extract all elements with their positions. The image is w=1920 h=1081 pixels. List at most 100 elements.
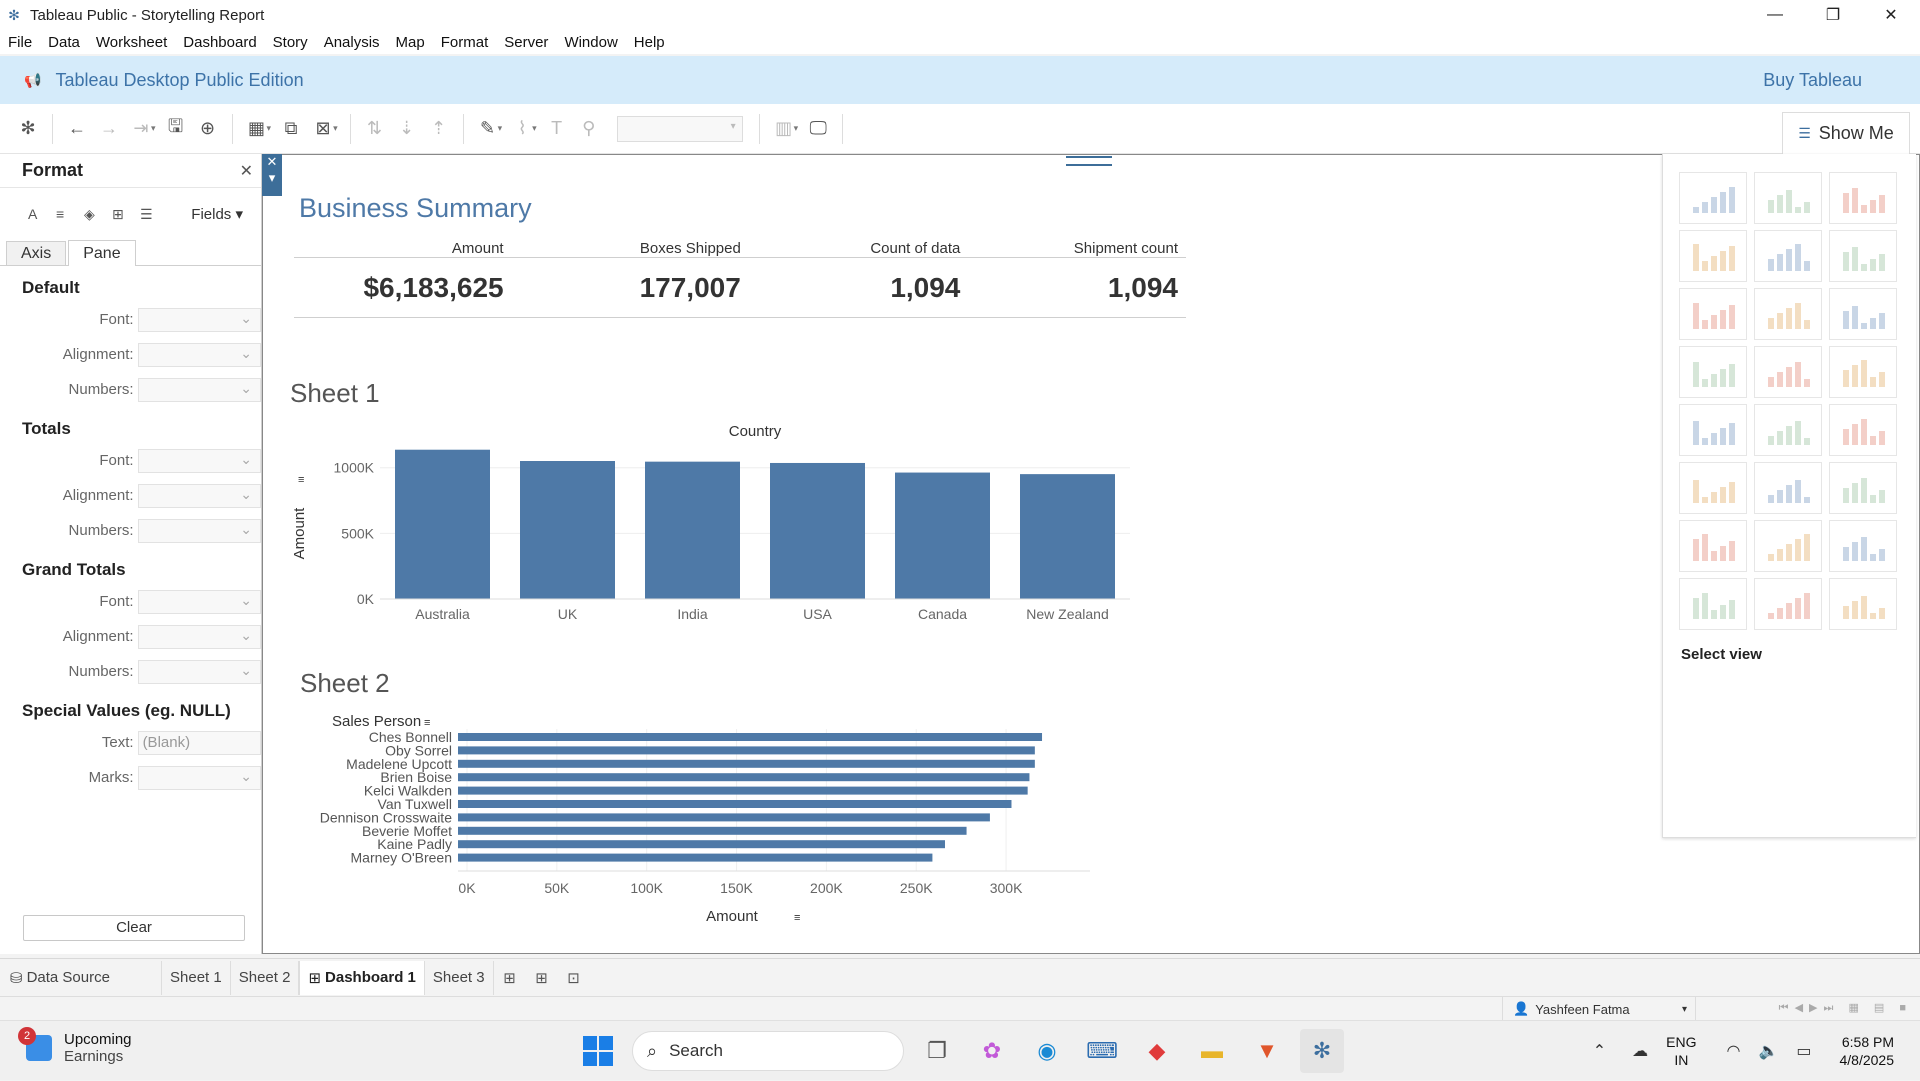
numbers-dropdown[interactable] <box>137 518 261 543</box>
file-explorer-icon[interactable]: ▬ <box>1190 1029 1234 1073</box>
font-dropdown[interactable] <box>137 448 261 473</box>
volume-icon[interactable]: 🔈 <box>1758 1041 1778 1061</box>
alignment-icon[interactable]: ≡ <box>56 206 84 222</box>
show-me-text-table-icon[interactable] <box>1679 172 1747 224</box>
buy-tableau-link[interactable]: Buy Tableau <box>1763 70 1862 91</box>
clock[interactable]: 6:58 PM 4/8/2025 <box>1840 1033 1895 1069</box>
alignment-dropdown[interactable] <box>137 483 261 508</box>
new-worksheet-icon[interactable]: ⊞ <box>494 969 526 987</box>
chevron-down-icon[interactable]: ▾ <box>532 123 537 134</box>
brave-icon[interactable]: ▼ <box>1245 1029 1289 1073</box>
text-label-icon[interactable]: T <box>541 113 573 145</box>
tableau-logo-icon[interactable]: ✻ <box>12 113 44 145</box>
menu-worksheet[interactable]: Worksheet <box>88 34 175 51</box>
chevron-down-icon[interactable]: ▾ <box>333 123 338 134</box>
kpi-value-count[interactable]: 1,094 <box>749 272 969 304</box>
new-dashboard-icon[interactable]: ⊞ <box>526 969 558 987</box>
tableau-taskbar-icon[interactable]: ✻ <box>1300 1029 1344 1073</box>
show-me-heat-map-icon[interactable] <box>1754 172 1822 224</box>
salesperson-bar-chart[interactable]: Sales Person ≡0K 50K 100K 150K 200K 250K 300KCh… <box>290 708 1090 924</box>
taskbar-search[interactable]: ⌕ Search <box>632 1031 904 1071</box>
show-me-highlight-table-icon[interactable] <box>1829 172 1897 224</box>
presentation-icon[interactable]: 🖵 <box>802 113 834 145</box>
font-dropdown[interactable] <box>137 307 261 332</box>
show-me-treemap-icon[interactable] <box>1679 346 1747 398</box>
clear-button[interactable]: Clear <box>23 915 245 941</box>
show-me-filled-map-icon[interactable] <box>1754 230 1822 282</box>
fields-dropdown[interactable]: Fields ▾ <box>191 205 243 223</box>
menu-analysis[interactable]: Analysis <box>316 34 388 51</box>
menu-story[interactable]: Story <box>265 34 316 51</box>
show-me-pie-chart-icon[interactable] <box>1829 230 1897 282</box>
chevron-up-icon[interactable]: ⌃ <box>1593 1041 1606 1061</box>
sort-descending-icon[interactable]: ⇡ <box>423 113 455 145</box>
tab-sheet-1[interactable]: Sheet 1 <box>162 960 231 995</box>
show-me-area-discrete-icon[interactable] <box>1754 462 1822 514</box>
kpi-value-boxes[interactable]: 177,007 <box>512 272 749 304</box>
show-me-area-continuous-icon[interactable] <box>1679 462 1747 514</box>
show-me-packed-bubbles-icon[interactable] <box>1829 578 1897 630</box>
pin-icon[interactable]: ⚲ <box>573 113 605 145</box>
tab-sheet-3[interactable]: Sheet 3 <box>425 960 494 995</box>
chevron-down-icon[interactable]: ▾ <box>151 123 156 134</box>
restore-button[interactable]: ❐ <box>1804 0 1862 30</box>
font-icon[interactable]: A <box>28 206 56 222</box>
show-me-box-and-whisker-icon[interactable] <box>1829 520 1897 572</box>
show-me-dual-combination-icon[interactable] <box>1829 462 1897 514</box>
data-source-tab[interactable]: ⛁ Data Source <box>0 960 162 995</box>
add-datasource-icon[interactable]: ⊕ <box>192 113 224 145</box>
menu-server[interactable]: Server <box>496 34 556 51</box>
menu-window[interactable]: Window <box>556 34 625 51</box>
task-view-icon[interactable]: ❐ <box>915 1029 959 1073</box>
chevron-down-icon[interactable]: ▾ <box>498 123 503 134</box>
numbers-dropdown[interactable] <box>137 659 261 684</box>
show-me-discrete-lines-icon[interactable] <box>1754 404 1822 456</box>
close-icon[interactable]: ✕ <box>240 161 253 181</box>
new-story-icon[interactable]: ⊡ <box>558 969 590 987</box>
swap-icon[interactable]: ⇅ <box>359 113 391 145</box>
duplicate-icon[interactable]: ⧉ <box>275 113 307 145</box>
menu-dashboard[interactable]: Dashboard <box>175 34 264 51</box>
kpi-value-amount[interactable]: $6,183,625 <box>294 272 512 304</box>
redo-icon[interactable]: → <box>93 113 125 145</box>
wifi-icon[interactable]: ◠ <box>1726 1041 1740 1061</box>
battery-icon[interactable]: ▭ <box>1796 1041 1811 1061</box>
tab-sheet-2[interactable]: Sheet 2 <box>231 960 300 995</box>
alignment-dropdown[interactable] <box>137 624 261 649</box>
tab-pane[interactable]: Pane <box>68 240 136 266</box>
chevron-down-icon[interactable]: ▾ <box>267 123 272 134</box>
show-me-side-by-side-bars-icon[interactable] <box>1829 288 1897 340</box>
menu-format[interactable]: Format <box>433 34 497 51</box>
lines-icon[interactable]: ☰ <box>140 206 168 223</box>
show-me-bullet-graph-icon[interactable] <box>1754 578 1822 630</box>
close-window-button[interactable]: ✕ <box>1862 0 1920 30</box>
menu-map[interactable]: Map <box>388 34 433 51</box>
show-me-histogram-icon[interactable] <box>1754 520 1822 572</box>
drag-handle[interactable] <box>1066 156 1112 166</box>
minimize-button[interactable]: — <box>1746 0 1804 30</box>
anydesk-icon[interactable]: ◆ <box>1135 1029 1179 1073</box>
alignment-dropdown[interactable] <box>137 342 261 367</box>
menu-file[interactable]: File <box>0 34 40 51</box>
sheet-navigation-icons[interactable]: ⏮◀▶⏭ ▦ ▤ ■ <box>1779 1001 1912 1015</box>
tab-dashboard-1[interactable]: ⊞ Dashboard 1 <box>299 960 425 995</box>
show-me-side-by-side-circles-icon[interactable] <box>1829 346 1897 398</box>
collapse-strip[interactable]: ✕ ▾ <box>262 154 282 196</box>
kpi-value-shipments[interactable]: 1,094 <box>968 272 1186 304</box>
news-widget[interactable]: 2 Upcoming Earnings <box>18 1027 132 1065</box>
show-me-horizontal-bars-icon[interactable] <box>1679 288 1747 340</box>
text-field[interactable]: (Blank) <box>137 730 261 755</box>
sort-ascending-icon[interactable]: ⇣ <box>391 113 423 145</box>
show-me-stacked-bars-icon[interactable] <box>1754 288 1822 340</box>
show-me-dual-lines-icon[interactable] <box>1829 404 1897 456</box>
numbers-dropdown[interactable] <box>137 377 261 402</box>
country-bar-chart[interactable]: Country 0K 500K 1000K Amount ≡ Australia UK Indi… <box>290 418 1140 628</box>
borders-icon[interactable]: ⊞ <box>112 206 140 223</box>
chevron-down-icon[interactable]: ▾ <box>794 123 799 134</box>
start-icon[interactable] <box>580 1033 616 1069</box>
save-icon[interactable]: 🖫 <box>160 113 192 145</box>
show-me-continuous-lines-icon[interactable] <box>1679 404 1747 456</box>
tab-axis[interactable]: Axis <box>6 241 67 265</box>
marks-dropdown[interactable] <box>137 765 261 790</box>
menu-help[interactable]: Help <box>626 34 673 51</box>
